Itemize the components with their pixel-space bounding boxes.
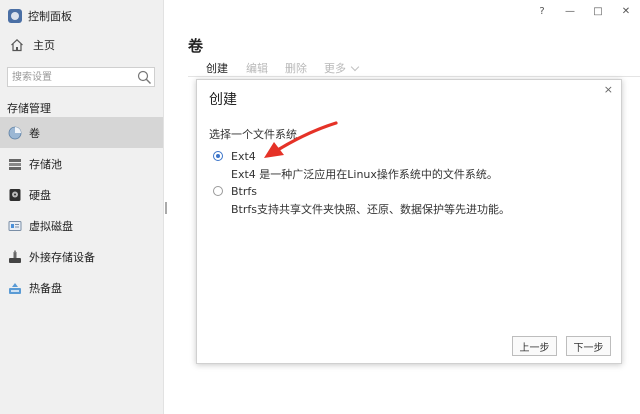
- btrfs-radio[interactable]: [213, 186, 223, 196]
- external-storage-icon: [9, 250, 21, 263]
- hot-spare-icon: [9, 282, 21, 294]
- hard-disk-icon: [9, 188, 21, 201]
- storage-pool-icon: [9, 158, 21, 170]
- sidebar-item-volume[interactable]: 卷: [0, 117, 163, 148]
- volume-icon: [8, 126, 22, 139]
- sidebar-item-label: 虚拟磁盘: [29, 219, 73, 233]
- dialog-title: 创建: [209, 92, 237, 108]
- app-title-text: 控制面板: [28, 10, 72, 23]
- search-input[interactable]: [10, 69, 134, 85]
- sidebar-item-label: 卷: [29, 126, 40, 140]
- sidebar-item-external-storage[interactable]: 外接存储设备: [0, 241, 163, 272]
- sidebar-item-hot-spare[interactable]: 热备盘: [0, 272, 163, 303]
- window-controls: ? — □ ✕: [528, 5, 640, 17]
- ext4-radio[interactable]: [213, 151, 223, 161]
- sidebar-item-label: 热备盘: [29, 281, 62, 295]
- sidebar-item-label: 外接存储设备: [29, 250, 95, 264]
- delete-button[interactable]: 删除: [285, 60, 307, 76]
- sidebar-item-label: 存储池: [29, 157, 62, 171]
- previous-step-button[interactable]: 上一步: [512, 336, 557, 356]
- sidebar-splitter-handle[interactable]: [165, 202, 167, 214]
- control-panel-icon: [8, 9, 22, 23]
- sidebar-item-label: 硬盘: [29, 188, 51, 202]
- sidebar-nav: 卷 存储池 硬盘 虚拟磁盘 外接存储设备 热备盘: [0, 117, 163, 303]
- search-icon[interactable]: [137, 70, 152, 85]
- maximize-button[interactable]: □: [584, 5, 612, 17]
- close-button[interactable]: ✕: [612, 5, 640, 17]
- toolbar: 创建 编辑 删除 更多: [188, 60, 640, 77]
- app-title: 控制面板: [8, 8, 72, 24]
- home-icon: [11, 38, 23, 52]
- sidebar-item-storage-pool[interactable]: 存储池: [0, 148, 163, 179]
- edit-button[interactable]: 编辑: [246, 60, 268, 76]
- dialog-close-button[interactable]: ×: [604, 83, 613, 96]
- search-box: [7, 67, 155, 87]
- option-description: Btrfs支持共享文件夹快照、还原、数据保护等先进功能。: [231, 203, 510, 216]
- chevron-down-icon: [350, 62, 360, 72]
- more-button[interactable]: 更多: [324, 60, 360, 76]
- create-dialog: 创建 × 选择一个文件系统 Ext4 Ext4 是一种广泛应用在Linux操作系…: [196, 79, 622, 364]
- next-step-button[interactable]: 下一步: [566, 336, 611, 356]
- minimize-button[interactable]: —: [556, 5, 584, 17]
- annotation-arrow-icon: [264, 121, 338, 158]
- virtual-disk-icon: [8, 220, 22, 231]
- option-name: Btrfs: [231, 185, 257, 198]
- option-description: Ext4 是一种广泛应用在Linux操作系统中的文件系统。: [231, 168, 498, 181]
- create-button[interactable]: 创建: [206, 60, 228, 76]
- sidebar: 控制面板 主页 存储管理 卷: [0, 0, 164, 414]
- sidebar-item-label: 主页: [33, 39, 55, 52]
- sidebar-item-hard-disk[interactable]: 硬盘: [0, 179, 163, 210]
- page-title: 卷: [188, 37, 204, 55]
- help-button[interactable]: ?: [528, 5, 556, 17]
- more-label: 更多: [324, 62, 346, 75]
- sidebar-item-virtual-disk[interactable]: 虚拟磁盘: [0, 210, 163, 241]
- section-title: 存储管理: [7, 102, 51, 115]
- sidebar-item-home[interactable]: 主页: [10, 36, 55, 54]
- option-name: Ext4: [231, 150, 256, 163]
